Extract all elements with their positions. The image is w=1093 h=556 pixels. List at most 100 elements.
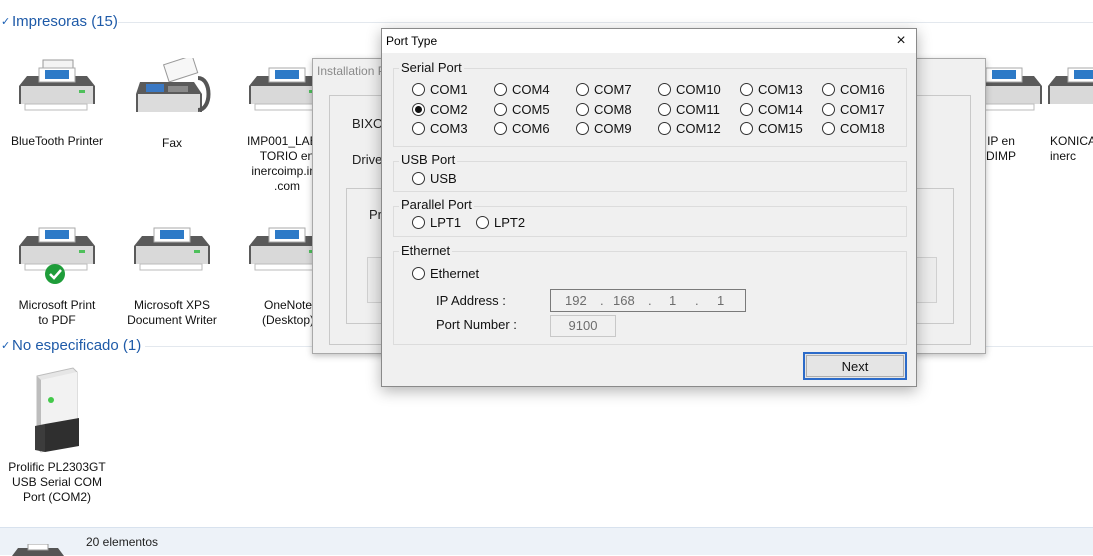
radio-com6[interactable]: COM6 [494,121,550,136]
radio-button-icon [740,103,753,116]
ip-octet-3: 1 [669,293,677,308]
radio-label: COM16 [840,82,885,97]
radio-button-icon [822,83,835,96]
ethernet-legend: Ethernet [399,243,453,258]
radio-label: LPT2 [494,215,526,230]
radio-label: COM4 [512,82,550,97]
printer-icon [15,222,99,284]
device-icon [15,366,99,454]
radio-com15[interactable]: COM15 [740,121,803,136]
window-title: Installation P [317,64,386,78]
radio-button-icon [740,122,753,135]
group-header-unspecified[interactable]: ✓ No especificado (1) [0,334,141,356]
device-tile[interactable]: Prolific PL2303GT USB Serial COM Port (C… [2,366,112,505]
radio-com11[interactable]: COM11 [658,102,720,117]
ip-octet-4: 1 [717,293,725,308]
radio-ethernet[interactable]: Ethernet [412,266,479,281]
radio-button-icon [658,103,671,116]
close-button[interactable]: × [886,29,916,53]
printer-label: Microsoft XPS Document Writer [127,298,217,327]
radio-button-icon [494,83,507,96]
radio-com2[interactable]: COM2 [412,102,468,117]
radio-com16[interactable]: COM16 [822,82,885,97]
radio-label: COM13 [758,82,803,97]
radio-label: Ethernet [430,266,480,281]
radio-button-icon [412,83,425,96]
usb-port-legend: USB Port [399,152,458,167]
radio-lpt2[interactable]: LPT2 [476,215,525,230]
radio-label: COM7 [594,82,632,97]
parallel-port-legend: Parallel Port [399,197,474,212]
printer-tile[interactable]: KONICA inerc [1040,58,1093,164]
printer-label: BlueTooth Printer [10,134,104,148]
radio-com12[interactable]: COM12 [658,121,721,136]
radio-com4[interactable]: COM4 [494,82,550,97]
radio-label: COM6 [512,121,550,136]
radio-com5[interactable]: COM5 [494,102,550,117]
chevron-down-icon: ✓ [1,339,11,352]
ip-dot: . [600,293,604,308]
radio-usb[interactable]: USB [412,171,457,186]
radio-label: COM1 [430,82,468,97]
printer-tile-default[interactable]: Microsoft Print to PDF [2,222,112,328]
group-title: No especificado (1) [12,336,142,354]
printer-label: OneNote (Desktop) [261,298,314,327]
radio-button-icon [412,267,425,280]
radio-button-icon [412,172,425,185]
radio-label: COM8 [594,102,632,117]
radio-button-icon [658,122,671,135]
radio-label: COM12 [676,121,721,136]
fax-label: Fax [161,136,182,150]
radio-com10[interactable]: COM10 [658,82,721,97]
radio-label: LPT1 [430,215,462,230]
printer-icon [8,544,68,556]
install-label: Drive [352,152,383,167]
radio-com18[interactable]: COM18 [822,121,885,136]
item-count: 20 elementos [86,535,159,549]
printer-tile[interactable]: Microsoft XPS Document Writer [117,222,227,328]
radio-label: COM17 [840,102,885,117]
radio-com17[interactable]: COM17 [822,102,885,117]
next-label: Next [841,358,869,374]
ip-address-field[interactable]: 192 . 168 . 1 . 1 [550,289,746,312]
printer-icon [1044,58,1093,120]
radio-com8[interactable]: COM8 [576,102,632,117]
radio-label: COM14 [758,102,803,117]
printer-tile[interactable]: BlueTooth Printer [2,58,112,149]
radio-com9[interactable]: COM9 [576,121,632,136]
serial-port-legend: Serial Port [399,60,464,75]
radio-com3[interactable]: COM3 [412,121,468,136]
title-bar: Port Type × [382,29,916,53]
fax-icon [130,54,214,120]
radio-label: COM18 [840,121,885,136]
next-button[interactable]: Next [803,352,907,380]
radio-label: COM10 [676,82,721,97]
fax-tile[interactable]: Fax [117,54,227,151]
group-divider [118,22,1093,23]
radio-label: USB [430,171,457,186]
port-number-field[interactable]: 9100 [550,315,616,337]
radio-button-icon [412,216,425,229]
ip-octet-2: 168 [613,293,635,308]
radio-label: COM2 [430,102,468,117]
radio-button-icon [412,103,425,116]
radio-button-icon [822,122,835,135]
radio-button-icon [476,216,489,229]
status-bar: 20 elementos [0,527,1093,556]
radio-button-icon [822,103,835,116]
radio-button-icon [576,83,589,96]
radio-com7[interactable]: COM7 [576,82,632,97]
port-type-dialog: Port Type × Serial Port COM1 COM2 COM3 COM4… [381,28,917,387]
printer-icon [130,222,214,284]
printer-icon [966,58,1046,120]
ip-dot: . [695,293,699,308]
radio-label: COM9 [594,121,632,136]
radio-button-icon [576,122,589,135]
group-header-printers[interactable]: ✓ Impresoras (15) [0,10,118,32]
dialog-title: Port Type [386,34,438,48]
radio-button-icon [658,83,671,96]
radio-lpt1[interactable]: LPT1 [412,215,461,230]
radio-com14[interactable]: COM14 [740,102,803,117]
radio-com13[interactable]: COM13 [740,82,803,97]
radio-com1[interactable]: COM1 [412,82,468,97]
